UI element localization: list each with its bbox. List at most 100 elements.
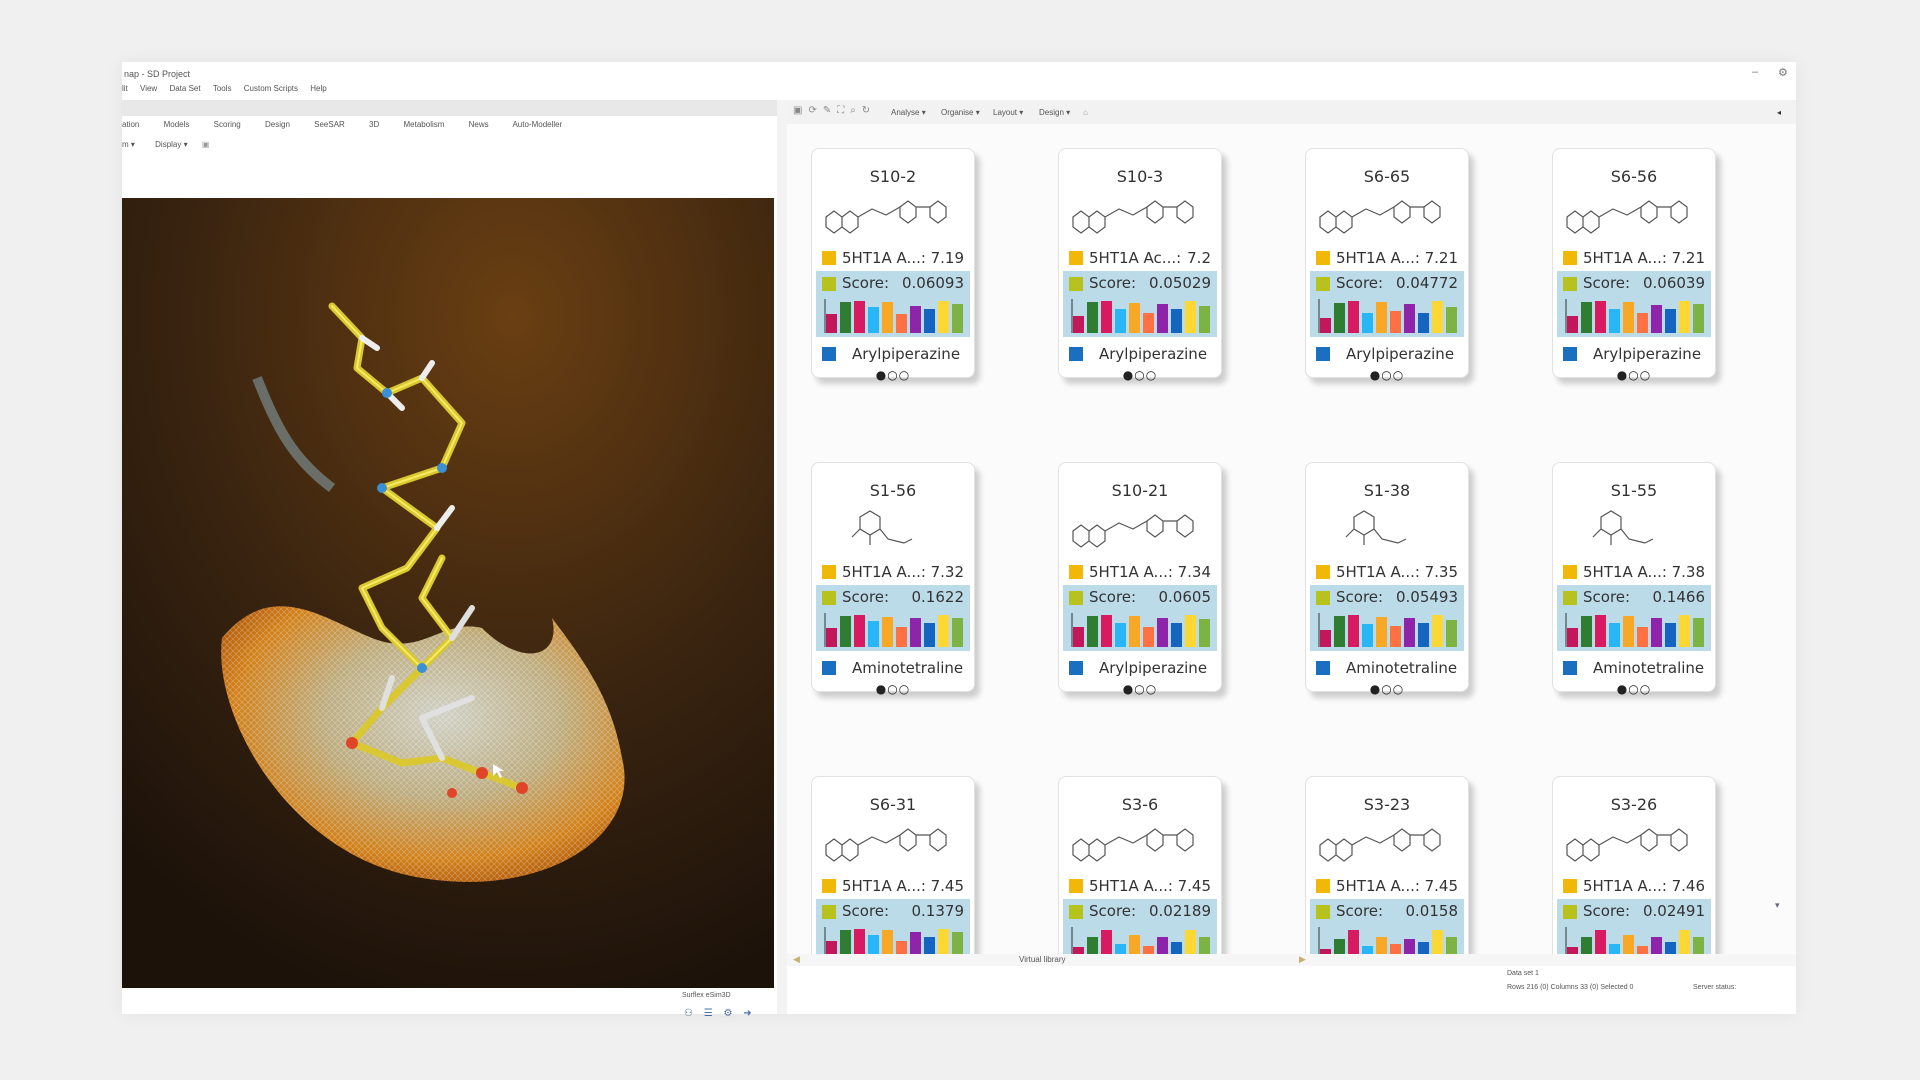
pager-dots[interactable]: ●○○	[1059, 368, 1221, 382]
pager-dots[interactable]: ●○○	[1306, 682, 1468, 696]
layout-dropdown[interactable]: Layout ▾	[993, 108, 1023, 117]
menu-tools[interactable]: Tools	[213, 84, 232, 93]
pager-dots[interactable]: ●○○	[812, 368, 974, 382]
organise-dropdown[interactable]: Organise ▾	[941, 108, 980, 117]
profile-bar	[1334, 616, 1345, 647]
activity-color-square	[1316, 251, 1330, 265]
profile-bar	[1404, 304, 1415, 333]
menu-data-set[interactable]: Data Set	[169, 84, 200, 93]
score-label: Score:	[1089, 274, 1137, 292]
compound-card[interactable]: S10-2 5HT1A A...: 7.19 Score: 0.06093 Ar…	[811, 148, 975, 382]
pager-dots[interactable]: ●○○	[1306, 368, 1468, 382]
profile-bar	[896, 941, 907, 954]
menu-view[interactable]: View	[140, 84, 157, 93]
compound-card[interactable]: S1-56 5HT1A A...: 7.32 Score: 0.1622 Ami…	[811, 462, 975, 696]
tab-metabolism[interactable]: Metabolism	[404, 120, 445, 129]
tab-news[interactable]: News	[469, 120, 489, 129]
menu-file[interactable]: lit	[122, 84, 128, 93]
profile-bar	[826, 314, 837, 333]
view-dropdown[interactable]: m	[122, 140, 129, 149]
list-icon[interactable]: ☰	[704, 1008, 713, 1019]
activity-value: 7.45	[1177, 877, 1211, 895]
compound-card[interactable]: S10-3 5HT1A Ac...: 7.2 Score: 0.05029 Ar…	[1058, 148, 1222, 382]
profile-bar	[1348, 301, 1359, 333]
pager-dots[interactable]: ●○○	[1553, 682, 1715, 696]
score-value: 0.1379	[911, 902, 965, 920]
profile-bar	[840, 930, 851, 954]
compound-card[interactable]: S6-65 5HT1A A...: 7.21 Score: 0.04772 Ar…	[1305, 148, 1469, 382]
profile-bar	[1185, 930, 1196, 954]
compound-id: S10-21	[1111, 481, 1169, 500]
pager-dots[interactable]: ●○○	[1059, 682, 1221, 696]
property-bar-chart	[1071, 299, 1210, 333]
score-color-square	[1069, 591, 1083, 605]
profile-bar	[1432, 615, 1443, 647]
compound-card[interactable]: S3-6 5HT1A A...: 7.45 Score: 0.02189	[1058, 776, 1222, 954]
3d-viewport[interactable]	[122, 198, 774, 988]
property-bar-chart	[1071, 613, 1210, 647]
compound-card[interactable]: S1-38 5HT1A A...: 7.35 Score: 0.05493 Am…	[1305, 462, 1469, 696]
analyse-dropdown[interactable]: Analyse ▾	[891, 108, 926, 117]
profile-bar	[952, 304, 963, 333]
tab-virtual-library[interactable]: Virtual library	[1019, 955, 1066, 964]
activity-value: 7.45	[930, 877, 964, 895]
menu-help[interactable]: Help	[310, 84, 326, 93]
score-panel: Score: 0.0605	[1063, 585, 1217, 651]
compound-card[interactable]: S1-55 5HT1A A...: 7.38 Score: 0.1466 Ami…	[1552, 462, 1716, 696]
person-icon[interactable]: ⚇	[684, 1008, 693, 1019]
activity-color-square	[1563, 251, 1577, 265]
profile-bar	[1073, 947, 1084, 954]
pane-splitter[interactable]	[777, 100, 787, 1014]
profile-bar	[1693, 304, 1704, 333]
activity-row: 5HT1A Ac...: 7.2	[1067, 247, 1215, 269]
compound-card[interactable]: S3-26 5HT1A A...: 7.46 Score: 0.02491	[1552, 776, 1716, 954]
profile-bar	[1609, 309, 1620, 333]
pager-dots[interactable]: ●○○	[1553, 368, 1715, 382]
profile-bar	[882, 302, 893, 333]
tab-3d[interactable]: 3D	[369, 120, 379, 129]
compound-id: S1-38	[1363, 481, 1411, 500]
settings-icon[interactable]: ⚙	[1778, 66, 1788, 79]
scroll-down-icon[interactable]: ▾	[1775, 900, 1780, 911]
toolbar-icons[interactable]: ▣⟳✎⛶⌕↻	[793, 105, 876, 116]
profile-bar	[1199, 937, 1210, 954]
scroll-right-icon[interactable]: ▶	[1299, 954, 1306, 965]
collapse-icon[interactable]: ◂	[1777, 108, 1781, 117]
minimize-icon[interactable]: –	[1752, 66, 1758, 78]
tab-ation[interactable]: ation	[122, 120, 139, 129]
compound-class: Arylpiperazine	[1099, 345, 1208, 363]
score-panel: Score: 0.04772	[1310, 271, 1464, 337]
export-icon[interactable]: ➜	[743, 1008, 751, 1019]
compound-id: S10-3	[1116, 167, 1164, 186]
pin-icon[interactable]: ⌂	[1083, 108, 1088, 117]
tab-design[interactable]: Design	[265, 120, 290, 129]
activity-label: 5HT1A A...:	[1583, 877, 1667, 895]
profile-bar	[1404, 939, 1415, 954]
snapshot-icon[interactable]: ▣	[202, 140, 210, 149]
compound-id: S10-2	[869, 167, 917, 186]
tab-models[interactable]: Models	[164, 120, 190, 129]
tab-scoring[interactable]: Scoring	[214, 120, 241, 129]
tab-auto-modeller[interactable]: Auto-Modeller	[512, 120, 562, 129]
compound-card[interactable]: S6-56 5HT1A A...: 7.21 Score: 0.06039 Ar…	[1552, 148, 1716, 382]
grid-toolbar: ▣⟳✎⛶⌕↻ Analyse ▾ Organise ▾ Layout ▾ Des…	[787, 100, 1796, 124]
tab-seesar[interactable]: SeeSAR	[314, 120, 345, 129]
score-color-square	[1316, 591, 1330, 605]
profile-bar	[826, 628, 837, 647]
class-color-square	[1316, 661, 1330, 675]
score-panel: Score: 0.1622	[816, 585, 970, 651]
score-value: 0.1466	[1652, 588, 1706, 606]
compound-card[interactable]: S10-21 5HT1A A...: 7.34 Score: 0.0605 Ar…	[1058, 462, 1222, 696]
profile-bar	[1362, 313, 1373, 333]
compound-card[interactable]: S6-31 5HT1A A...: 7.45 Score: 0.1379	[811, 776, 975, 954]
profile-bar	[1418, 313, 1429, 333]
compound-card[interactable]: S3-23 5HT1A A...: 7.45 Score: 0.0158	[1305, 776, 1469, 954]
pager-dots[interactable]: ●○○	[812, 682, 974, 696]
display-dropdown[interactable]: Display	[155, 140, 181, 149]
score-label: Score:	[1583, 588, 1631, 606]
design-dropdown[interactable]: Design ▾	[1039, 108, 1070, 117]
scroll-left-icon[interactable]: ◀	[793, 954, 800, 965]
gear-icon[interactable]: ⚙	[724, 1008, 733, 1019]
menu-custom-scripts[interactable]: Custom Scripts	[244, 84, 298, 93]
compound-id: S6-56	[1610, 167, 1658, 186]
